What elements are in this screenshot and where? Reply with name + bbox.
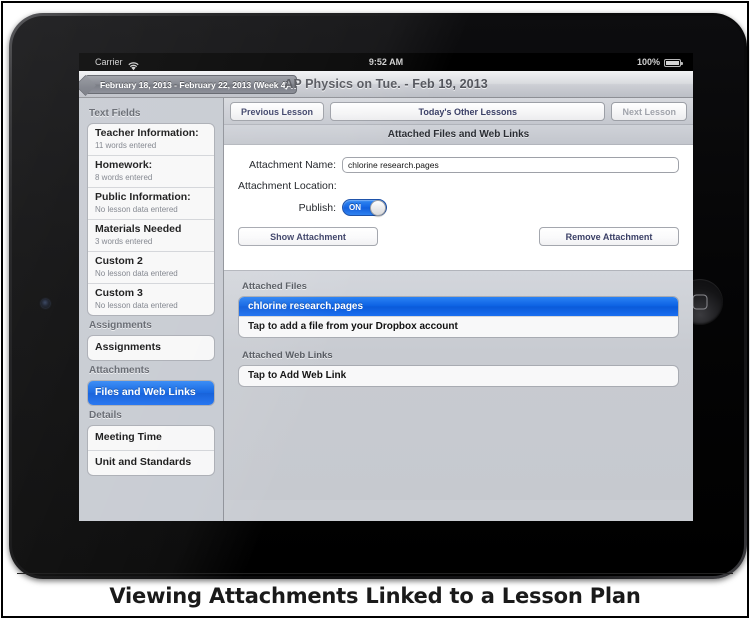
- sidebar-item-label: Meeting Time: [95, 431, 162, 443]
- list-item-add-dropbox-file[interactable]: Tap to add a file from your Dropbox acco…: [239, 317, 678, 337]
- sidebar-item-label: Unit and Standards: [95, 456, 192, 468]
- sidebar: Text Fields Teacher Information: 11 word…: [79, 98, 224, 521]
- attachment-action-buttons: Show Attachment Remove Attachment: [238, 227, 679, 246]
- sidebar-item-label: Assignments: [95, 341, 161, 353]
- attachment-location-row: Attachment Location:: [238, 180, 679, 192]
- attached-files-card: chlorine research.pages Tap to add a fil…: [238, 296, 679, 338]
- caption-divider: [17, 573, 733, 574]
- sidebar-group-title-text-fields: Text Fields: [89, 108, 141, 119]
- publish-label: Publish:: [298, 201, 336, 214]
- sidebar-item-custom-3[interactable]: Custom 3 No lesson data entered: [88, 284, 214, 315]
- figure-caption: Viewing Attachments Linked to a Lesson P…: [109, 584, 641, 608]
- sidebar-item-public-information[interactable]: Public Information: No lesson data enter…: [88, 188, 214, 220]
- sidebar-item-label: Materials Needed: [95, 223, 182, 235]
- sidebar-item-assignments[interactable]: Assignments: [88, 336, 214, 360]
- status-bar-right: 100%: [636, 53, 683, 71]
- todays-other-lessons-button[interactable]: Today's Other Lessons: [330, 101, 606, 121]
- sidebar-item-sublabel: 3 words entered: [95, 237, 153, 246]
- sidebar-item-label: Homework:: [95, 159, 153, 171]
- sidebar-item-custom-2[interactable]: Custom 2 No lesson data entered: [88, 252, 214, 284]
- attachment-name-row: Attachment Name:: [238, 157, 679, 173]
- main-content-panel: Previous Lesson Today's Other Lessons Ne…: [224, 98, 693, 521]
- sidebar-item-label: Teacher Information:: [95, 127, 199, 139]
- remove-attachment-button[interactable]: Remove Attachment: [539, 227, 679, 246]
- sidebar-item-label: Custom 2: [95, 255, 143, 267]
- publish-toggle-knob: [370, 199, 386, 216]
- sidebar-item-label: Public Information:: [95, 191, 191, 203]
- page-frame: Carrier 9:52 AM 100% February 18, 2013 -…: [1, 1, 749, 618]
- sidebar-item-homework[interactable]: Homework: 8 words entered: [88, 156, 214, 188]
- list-item-add-web-link[interactable]: Tap to Add Web Link: [239, 366, 678, 386]
- attachment-form: Attachment Name: Attachment Location: Pu…: [224, 145, 693, 270]
- sidebar-item-files-and-web-links[interactable]: Files and Web Links: [88, 381, 214, 405]
- page-title: AP Physics on Tue. - Feb 19, 2013: [284, 77, 488, 91]
- attached-web-links-title: Attached Web Links: [242, 350, 333, 361]
- sidebar-group-title-assignments: Assignments: [89, 320, 152, 331]
- sidebar-item-label: Custom 3: [95, 287, 143, 299]
- sidebar-item-sublabel: No lesson data entered: [95, 205, 178, 214]
- status-bar: Carrier 9:52 AM 100%: [79, 53, 693, 71]
- next-lesson-button[interactable]: Next Lesson: [611, 101, 687, 121]
- sidebar-card-details: Meeting Time Unit and Standards: [87, 425, 215, 476]
- publish-toggle-state-label: ON: [349, 203, 361, 212]
- attached-web-links-card: Tap to Add Web Link: [238, 365, 679, 387]
- lesson-navigation-toolbar: Previous Lesson Today's Other Lessons Ne…: [224, 98, 693, 125]
- sidebar-item-sublabel: No lesson data entered: [95, 269, 178, 278]
- attached-files-title: Attached Files: [242, 281, 307, 292]
- sidebar-item-sublabel: 8 words entered: [95, 173, 153, 182]
- sidebar-item-sublabel: No lesson data entered: [95, 301, 178, 310]
- status-bar-clock: 9:52 AM: [368, 57, 404, 67]
- front-camera-icon: [41, 299, 50, 308]
- battery-percent-label: 100%: [636, 57, 660, 67]
- sidebar-card-assignments: Assignments: [87, 335, 215, 361]
- sidebar-card-attachments: Files and Web Links: [87, 380, 215, 406]
- show-attachment-button[interactable]: Show Attachment: [238, 227, 378, 246]
- sidebar-item-sublabel: 11 words entered: [95, 141, 157, 150]
- sidebar-item-meeting-time[interactable]: Meeting Time: [88, 426, 214, 451]
- ipad-device: Carrier 9:52 AM 100% February 18, 2013 -…: [9, 13, 747, 579]
- attachment-name-label: Attachment Name:: [249, 159, 336, 171]
- publish-row: Publish: ON: [238, 199, 679, 216]
- navigation-bar: February 18, 2013 - February 22, 2013 (W…: [79, 71, 693, 98]
- screen-body: Text Fields Teacher Information: 11 word…: [79, 98, 693, 521]
- previous-lesson-button[interactable]: Previous Lesson: [230, 101, 325, 121]
- list-item-attached-file[interactable]: chlorine research.pages: [239, 297, 678, 317]
- sidebar-item-materials-needed[interactable]: Materials Needed 3 words entered: [88, 220, 214, 252]
- sidebar-item-label: Files and Web Links: [95, 386, 196, 398]
- sidebar-card-text-fields: Teacher Information: 11 words entered Ho…: [87, 123, 215, 316]
- sidebar-item-unit-and-standards[interactable]: Unit and Standards: [88, 451, 214, 475]
- sidebar-item-teacher-information[interactable]: Teacher Information: 11 words entered: [88, 124, 214, 156]
- battery-full-icon: [664, 59, 683, 67]
- attachment-location-label: Attachment Location:: [238, 180, 337, 192]
- attachment-name-input[interactable]: [342, 157, 679, 173]
- section-header: Attached Files and Web Links: [224, 125, 693, 145]
- ipad-screen: Carrier 9:52 AM 100% February 18, 2013 -…: [79, 53, 693, 521]
- attachment-lists: Attached Files chlorine research.pages T…: [224, 270, 693, 500]
- sidebar-group-title-attachments: Attachments: [89, 365, 150, 376]
- publish-toggle[interactable]: ON: [342, 199, 387, 216]
- sidebar-group-title-details: Details: [89, 410, 122, 421]
- home-button-square-icon: [692, 294, 708, 310]
